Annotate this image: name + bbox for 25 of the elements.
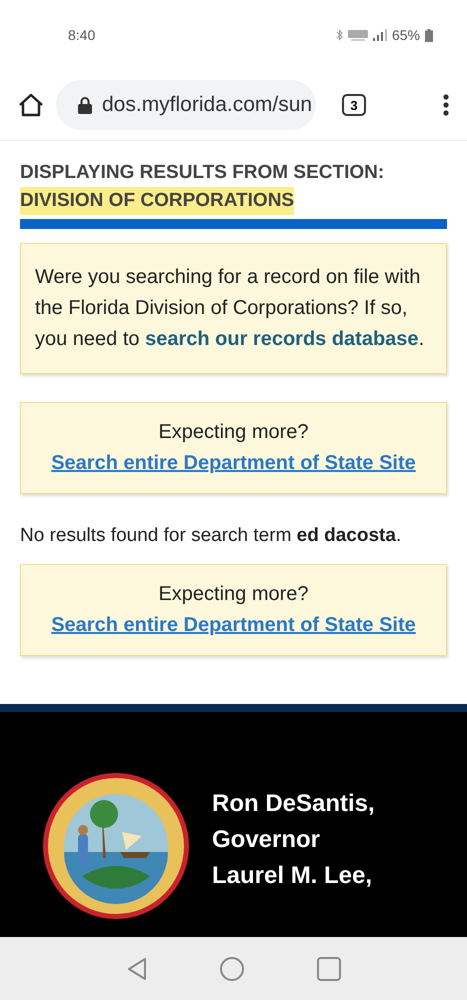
address-bar[interactable]: dos.myflorida.com/sun [56, 80, 316, 130]
footer-text: Ron DeSantis, [212, 789, 375, 819]
menu-icon[interactable] [443, 94, 449, 116]
home-icon[interactable] [18, 93, 44, 117]
lock-icon [78, 96, 92, 114]
section-heading: DISPLAYING RESULTS FROM SECTION: [20, 161, 384, 185]
records-database-link[interactable]: search our records database [145, 328, 419, 350]
notice-text: Were you searching for a record on file with the Florida Division of Corporations? If so, you need to search our records database. [35, 265, 426, 352]
battery-percent: 65% [392, 27, 420, 43]
recents-icon[interactable] [316, 956, 340, 980]
url-text: dos.myflorida.com/sun [102, 93, 312, 117]
section-name: DIVISION OF CORPORATIONS [20, 187, 294, 215]
back-icon[interactable] [126, 956, 146, 980]
tab-count-button[interactable]: 3 [342, 94, 366, 116]
no-results-text: No results found for search term ed dacosta. [20, 524, 402, 548]
footer-text: Governor [212, 825, 322, 855]
bluetooth-icon [336, 29, 343, 41]
search-site-link[interactable]: Search entire Department of State Site [51, 614, 416, 636]
status-time: 8:40 [68, 27, 96, 43]
battery-icon [425, 28, 433, 42]
expecting-more-text: Expecting more? [158, 421, 309, 443]
expecting-more-text: Expecting more? [158, 583, 309, 605]
footer-text: Laurel M. Lee, [212, 861, 374, 891]
signal-icon [372, 29, 387, 41]
search-site-link[interactable]: Search entire Department of State Site [51, 452, 416, 474]
